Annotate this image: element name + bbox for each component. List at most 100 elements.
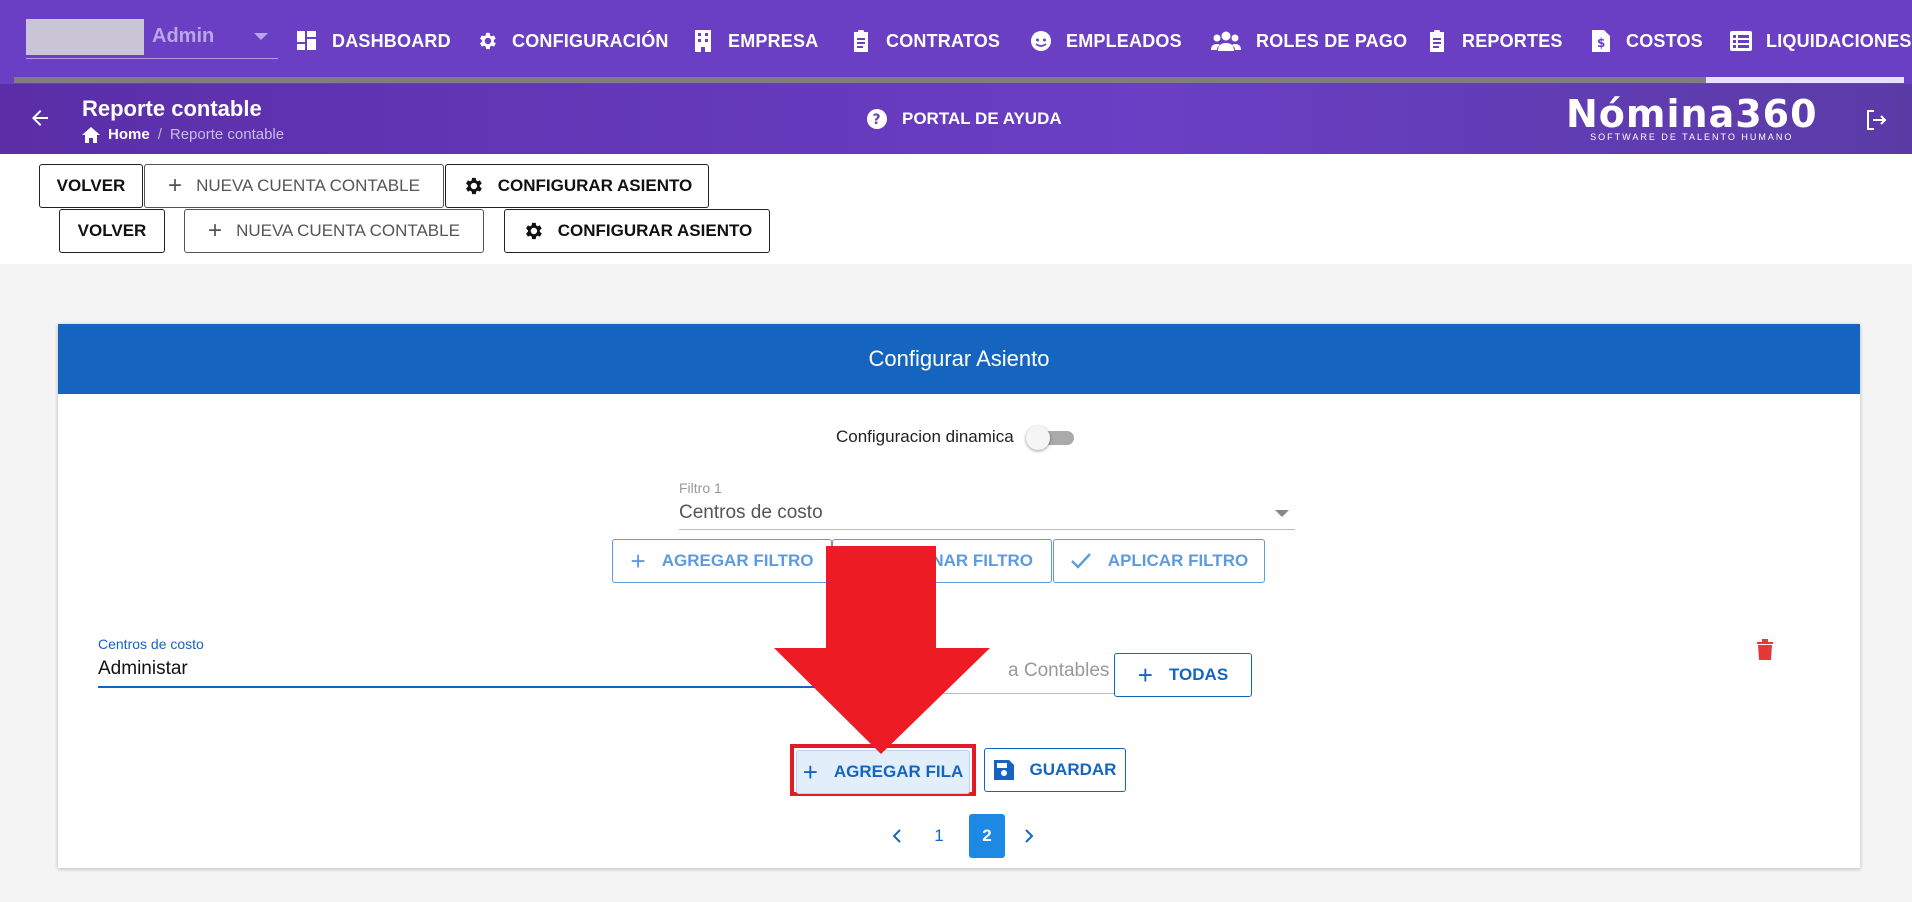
user-name: Admin [152, 25, 215, 47]
gear-icon [465, 177, 482, 195]
face-icon [1030, 30, 1052, 52]
configure-entry-button[interactable]: CONFIGURAR ASIENTO [504, 209, 770, 253]
chevron-down-icon [254, 33, 268, 40]
chevron-right-icon [1025, 829, 1034, 843]
dynamic-config-toggle[interactable] [1025, 424, 1078, 450]
nav-scroll-indicator [14, 77, 1904, 83]
dropdown-arrow-icon [1275, 510, 1289, 517]
page-number: 2 [982, 826, 992, 845]
nav-item-empleados[interactable]: EMPLEADOS [1030, 26, 1182, 56]
configure-entry-button[interactable]: CONFIGURAR ASIENTO [445, 164, 709, 208]
help-icon: ? [867, 109, 887, 129]
plus-icon: + [1137, 659, 1153, 690]
cost-center-select[interactable]: Centros de costo Administar [98, 636, 874, 688]
next-page-button[interactable] [1010, 814, 1048, 858]
nav-item-liquidaciones[interactable]: LIQUIDACIONES [1730, 26, 1912, 56]
configure-entry-button-label: CONFIGURAR ASIENTO [497, 176, 693, 195]
annotation-arrow-icon [774, 546, 990, 754]
page-header: Reporte contable Home / Reporte contable… [0, 84, 1912, 154]
plus-icon: + [168, 172, 183, 199]
back-button-label: VOLVER [56, 176, 126, 195]
breadcrumb-home[interactable]: Home [82, 126, 150, 143]
nav-item-label: ROLES DE PAGO [1256, 30, 1408, 51]
nav-item-configuracion[interactable]: CONFIGURACIÓN [476, 26, 669, 56]
dynamic-config-label: Configuracion dinamica [836, 427, 1014, 446]
logo-main: Nómina360 [1566, 92, 1818, 136]
avatar [26, 19, 144, 55]
all-accounts-label: TODAS [1168, 665, 1229, 684]
gear-icon [476, 30, 498, 52]
check-icon [1070, 553, 1091, 569]
save-icon [993, 760, 1014, 780]
plus-icon: + [208, 217, 223, 244]
filter1-value: Centros de costo [679, 502, 823, 523]
save-button[interactable]: GUARDAR [984, 748, 1126, 792]
breadcrumb-current: Reporte contable [169, 126, 285, 143]
invoice-icon: $ [1590, 30, 1612, 52]
cost-center-value: Administar [98, 658, 188, 679]
breadcrumb-home-label: Home [108, 126, 150, 143]
logo: Nómina360 SOFTWARE DE TALENTO HUMANO [1566, 92, 1818, 142]
accounts-placeholder: a Contables [1008, 660, 1110, 681]
page-number: 1 [934, 826, 944, 845]
gear-icon [525, 222, 542, 240]
nav-item-label: REPORTES [1462, 30, 1563, 51]
nav-item-label: LIQUIDACIONES [1766, 30, 1912, 51]
all-accounts-button[interactable]: + TODAS [1114, 653, 1252, 697]
page-button-1[interactable]: 1 [920, 814, 958, 858]
back-button[interactable]: VOLVER [59, 209, 165, 253]
logo-subtitle: SOFTWARE DE TALENTO HUMANO [1590, 132, 1794, 142]
prev-page-button[interactable] [878, 814, 916, 858]
back-button[interactable]: VOLVER [39, 164, 143, 208]
nav-item-label: CONFIGURACIÓN [512, 30, 669, 51]
new-account-button-label: NUEVA CUENTA CONTABLE [196, 176, 420, 195]
breadcrumb-separator: / [157, 126, 162, 143]
help-portal-link[interactable]: ? PORTAL DE AYUDA [866, 108, 1062, 130]
filter1-select[interactable]: Filtro 1 Centros de costo [679, 480, 1295, 530]
plus-icon: + [802, 756, 818, 787]
new-account-button[interactable]: + NUEVA CUENTA CONTABLE [144, 164, 444, 208]
dashboard-icon [296, 30, 318, 52]
toolbar: VOLVER + NUEVA CUENTA CONTABLE CONFIGURA… [0, 154, 1912, 264]
page-title: Reporte contable [82, 96, 262, 121]
nav-item-label: DASHBOARD [332, 30, 451, 51]
nav-item-label: EMPRESA [728, 30, 819, 51]
clipboard-icon [1426, 30, 1448, 52]
apply-filter-label: APLICAR FILTRO [1107, 551, 1249, 570]
nav-item-reportes[interactable]: REPORTES [1426, 26, 1563, 56]
help-portal-label: PORTAL DE AYUDA [902, 109, 1062, 128]
user-selector[interactable]: Admin [26, 19, 278, 59]
nav-item-label: COSTOS [1626, 30, 1703, 51]
dynamic-config-row: Configuracion dinamica [836, 424, 1078, 450]
home-icon [82, 126, 100, 143]
plus-icon: + [630, 545, 646, 576]
cost-center-label: Centros de costo [98, 636, 204, 652]
nav-item-contratos[interactable]: CONTRATOS [850, 26, 1000, 56]
logout-icon[interactable] [1864, 108, 1888, 137]
apply-filter-button[interactable]: APLICAR FILTRO [1053, 539, 1265, 583]
chevron-left-icon [892, 829, 901, 843]
svg-text:?: ? [873, 112, 881, 128]
filter1-label: Filtro 1 [679, 480, 722, 496]
nav-item-costos[interactable]: $ COSTOS [1590, 26, 1703, 56]
add-row-label: AGREGAR FILA [833, 762, 964, 781]
new-account-button-label: NUEVA CUENTA CONTABLE [236, 221, 460, 240]
page-button-2[interactable]: 2 [969, 814, 1005, 858]
toggle-knob [1025, 426, 1050, 450]
list-icon [1730, 30, 1752, 52]
nav-item-label: EMPLEADOS [1066, 30, 1182, 51]
nav-item-label: CONTRATOS [886, 30, 1001, 51]
nav-item-dashboard[interactable]: DASHBOARD [296, 26, 451, 56]
new-account-button[interactable]: + NUEVA CUENTA CONTABLE [184, 209, 484, 253]
breadcrumb: Home / Reporte contable [82, 126, 284, 143]
back-button-label: VOLVER [77, 221, 147, 240]
nav-scroll-indicator-fill [1706, 77, 1904, 83]
card-title: Configurar Asiento [58, 324, 1860, 394]
back-arrow-icon[interactable] [28, 106, 52, 135]
top-nav-bar: Admin DASHBOARD CONFIGURACIÓN EMPRESA CO… [0, 0, 1912, 84]
nav-item-empresa[interactable]: EMPRESA [692, 26, 818, 56]
svg-text:$: $ [1597, 36, 1606, 50]
nav-item-roles-de-pago[interactable]: ROLES DE PAGO [1210, 26, 1407, 56]
delete-icon[interactable] [1756, 638, 1774, 665]
configure-entry-button-label: CONFIGURAR ASIENTO [557, 221, 753, 240]
